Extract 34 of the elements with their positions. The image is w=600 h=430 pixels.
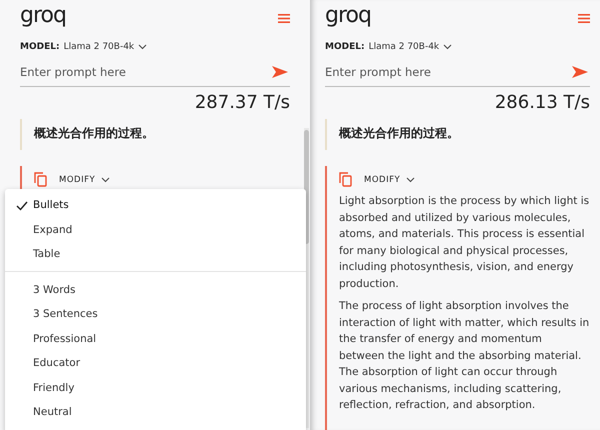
- chevron-icon[interactable]: [406, 176, 416, 182]
- copy-icon[interactable]: [339, 172, 352, 187]
- menu-item[interactable]: Friendly: [5, 376, 306, 400]
- chevron-icon[interactable]: [101, 176, 110, 182]
- logo: groq: [325, 5, 371, 27]
- check-icon: [16, 201, 28, 211]
- menu-icon[interactable]: [578, 14, 590, 22]
- speed-reading: 286.13 T/s: [494, 92, 590, 113]
- menu-item[interactable]: 3 Sentences: [5, 302, 306, 326]
- menu-item[interactable]: Bullets: [5, 193, 306, 218]
- response-paragraph: The process of light absorption involves the interaction of light with matter, which results in the transfer of energy and momentum between the light and the absorbing material. The absorption of light can occur through various mechanisms, including scattering, reflection, refraction, and absorption.: [339, 299, 590, 413]
- prompt-text: 概述光合作用的过程。: [325, 119, 590, 150]
- menu-item[interactable]: 3 Words: [5, 278, 306, 302]
- copy-icon[interactable]: [34, 172, 47, 187]
- model-label: MODEL:: [325, 42, 365, 52]
- prompt-text: 概述光合作用的过程。: [20, 119, 290, 150]
- modify-dropdown[interactable]: MODIFY: [364, 174, 400, 184]
- menu-icon[interactable]: [278, 14, 290, 22]
- modify-dropdown[interactable]: MODIFY: [59, 174, 96, 184]
- send-icon[interactable]: [272, 66, 288, 78]
- logo: groq: [20, 5, 66, 27]
- menu-item[interactable]: Professional: [5, 326, 306, 351]
- chevron-icon[interactable]: [138, 44, 148, 50]
- speed-reading: 287.37 T/s: [194, 92, 290, 113]
- send-icon[interactable]: [572, 66, 588, 78]
- menu-item[interactable]: Expand: [5, 218, 306, 242]
- model-selector[interactable]: Llama 2 70B-4k: [64, 42, 134, 52]
- response-paragraph: Light absorption is the process by which light is absorbed and utilized by various molecules, atoms, and materials. This process is essential for many biological and physical processes, including photosynthesis, vision, and energy production.: [339, 194, 590, 292]
- menu-item[interactable]: Neutral: [5, 400, 306, 424]
- chevron-icon[interactable]: [443, 44, 452, 50]
- model-selector[interactable]: Llama 2 70B-4k: [368, 42, 440, 52]
- menu-item[interactable]: Educator: [5, 351, 306, 376]
- model-label: MODEL:: [20, 42, 60, 52]
- menu-item[interactable]: Table: [5, 242, 306, 266]
